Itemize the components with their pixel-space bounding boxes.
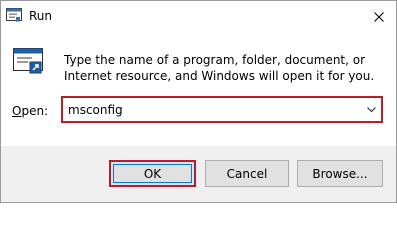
- chevron-down-icon[interactable]: [366, 104, 377, 115]
- browse-button[interactable]: Browse...: [297, 160, 383, 187]
- close-icon: [374, 11, 384, 22]
- open-input[interactable]: [63, 99, 358, 120]
- ok-focus-ring: [113, 164, 192, 183]
- cancel-button-label: Cancel: [226, 166, 268, 181]
- open-label-text: pen:: [21, 104, 49, 118]
- window-title: Run: [29, 9, 53, 23]
- cancel-button[interactable]: Cancel: [205, 160, 289, 187]
- run-icon: [13, 48, 43, 74]
- open-combobox[interactable]: [61, 96, 383, 123]
- run-app-icon: [6, 8, 22, 22]
- open-label: Open:: [12, 104, 48, 118]
- close-button[interactable]: [362, 1, 396, 32]
- dialog-description: Type the name of a program, folder, docu…: [64, 53, 375, 83]
- title-bar: Run: [1, 1, 396, 32]
- ok-button[interactable]: OK: [109, 160, 196, 187]
- run-dialog: Run Type the name of a program, folder, …: [0, 0, 397, 203]
- dialog-body: Type the name of a program, folder, docu…: [1, 32, 396, 146]
- button-bar: OK Cancel Browse...: [1, 146, 396, 202]
- browse-button-label: Browse...: [312, 166, 368, 181]
